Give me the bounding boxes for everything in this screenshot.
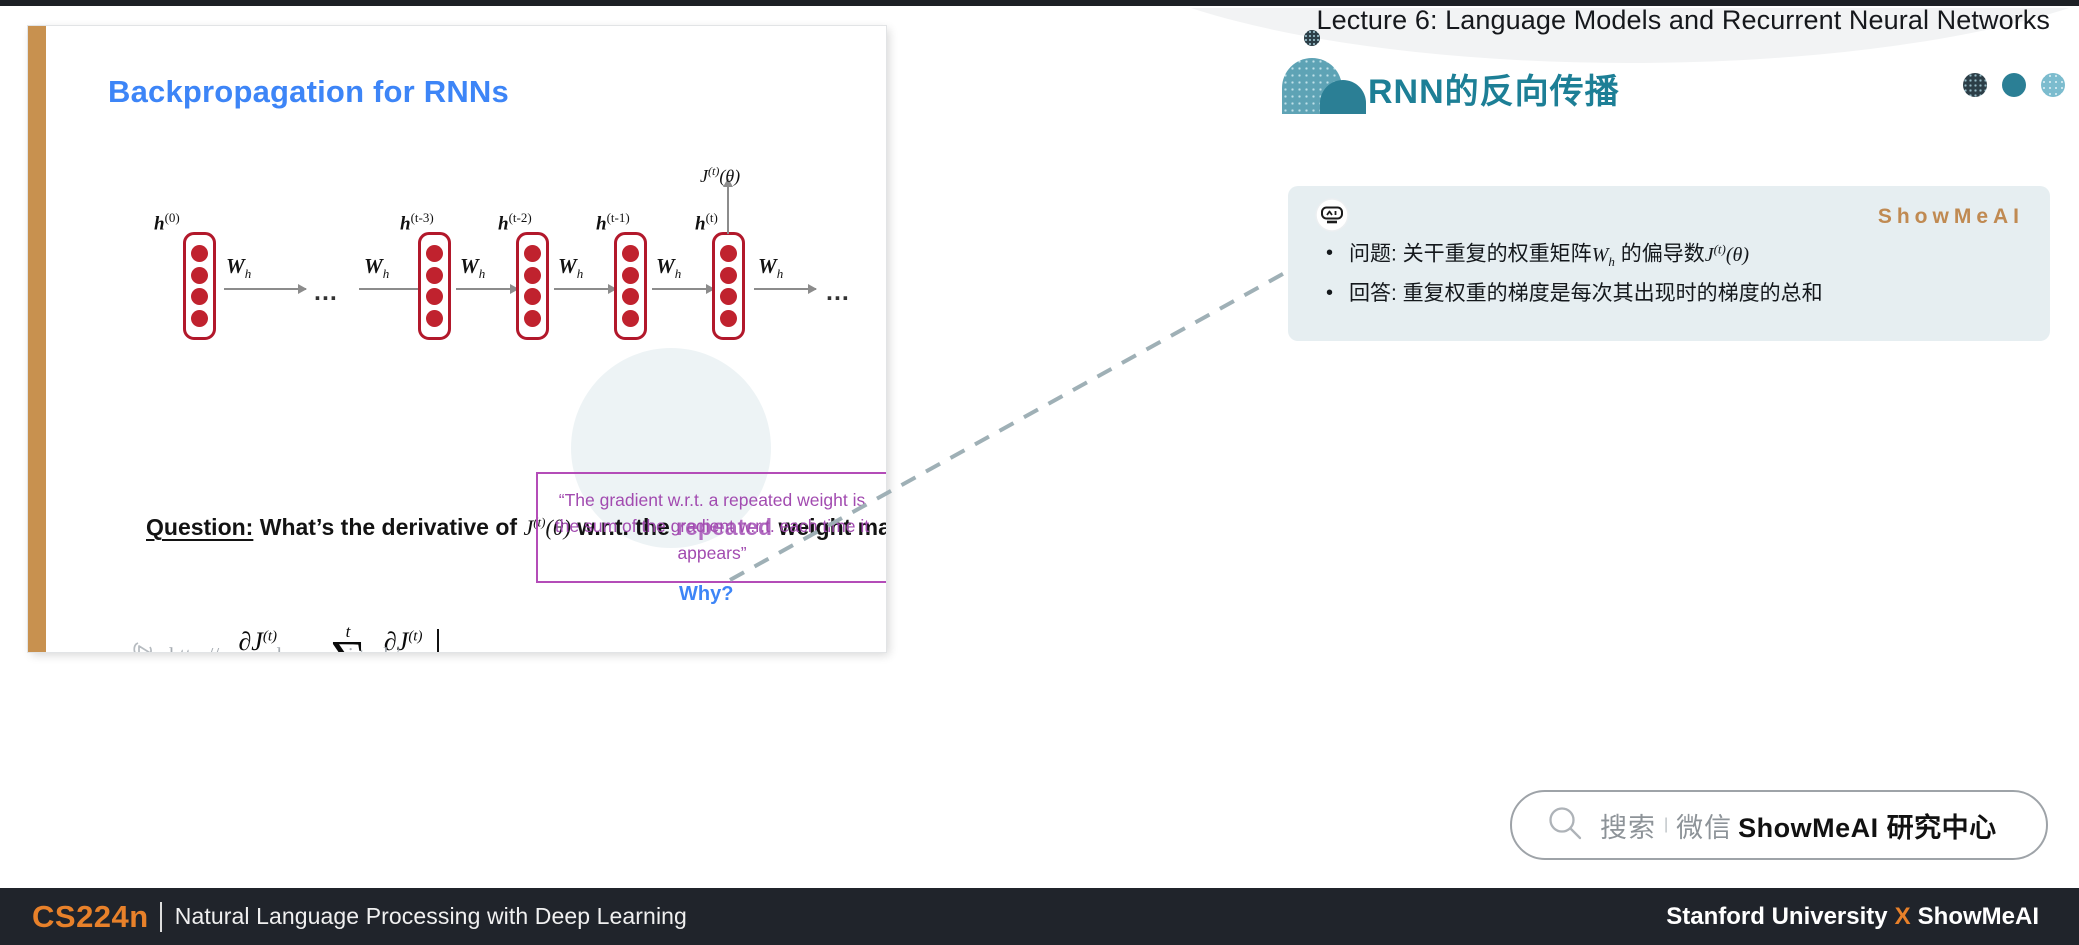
neuron-dot [426, 310, 443, 328]
bullet-marker: • [1326, 282, 1334, 305]
diagram-ellipsis-right: ... [826, 278, 850, 306]
search-separator: | [1664, 816, 1669, 833]
robot-avatar-icon [1314, 197, 1350, 238]
slide-url[interactable]: http://www.showmeai.tech/ [131, 639, 400, 652]
rnn-cell-2 [516, 232, 549, 340]
question-text-1: What’s the derivative of [259, 514, 518, 540]
decorative-dots [1963, 73, 2065, 97]
search-placeholder: 搜索 [1600, 812, 1656, 843]
rnn-diagram: h(0) Wh ... Wh h(t-3) Wh h(t-2) Wh h(t-1… [98, 164, 886, 376]
bullet-text: 问题: 关干重复的权重矩阵Wh 的偏导数J(t)(θ) [1349, 241, 1750, 269]
showmeai-logo-icon [1282, 30, 1366, 114]
course-name: Natural Language Processing with Deep Le… [174, 903, 687, 929]
weight-label-3: Wh [558, 254, 584, 282]
footer-institution: Stanford University [1666, 902, 1888, 930]
panel-watermark: ShowMeAI [1877, 205, 2024, 228]
neuron-dot [720, 310, 737, 328]
dot-teal-icon [2002, 73, 2026, 97]
bullet-list: • 问题: 关干重复的权重矩阵Wh 的偏导数J(t)(θ) • 回答: 重复权重… [1314, 240, 2024, 309]
neuron-dot [191, 266, 208, 284]
footer-left: CS224n Natural Language Processing with … [32, 888, 687, 945]
vertical-rule [436, 629, 439, 652]
neuron-dot [191, 288, 208, 306]
neuron-dot [524, 310, 541, 328]
weight-label-2: Wh [460, 254, 486, 282]
transition-arrow-3 [554, 284, 617, 294]
weight-label-1: Wh [364, 254, 390, 282]
loss-label: J(t)(θ) [700, 164, 741, 186]
bullet-text: 回答: 重复权重的梯度是每次其出现时的梯度的总和 [1349, 282, 1823, 306]
transition-arrow-2 [456, 284, 519, 294]
weight-label-0: Wh [226, 254, 252, 282]
bullet-item-question: • 问题: 关干重复的权重矩阵Wh 的偏导数J(t)(θ) [1314, 240, 2024, 270]
neuron-dot [720, 244, 737, 262]
logo-dome-small [1320, 80, 1366, 114]
diagram-ellipsis-left: ... [314, 278, 338, 306]
neuron-dot [426, 266, 443, 284]
neuron-dot [622, 244, 639, 262]
logo-dot-icon [1304, 30, 1320, 46]
footer-bar: CS224n Natural Language Processing with … [0, 888, 2079, 945]
slide-card[interactable]: Backpropagation for RNNs h(0) Wh ... Wh … [28, 26, 886, 652]
rnn-cell-0 [183, 232, 216, 340]
brand-header: RNN的反向传播 [1282, 30, 1620, 114]
bullet-marker: • [1326, 242, 1334, 264]
dot-light-icon [2041, 73, 2065, 97]
weight-label-4: Wh [656, 254, 682, 282]
wechat-search-pill[interactable]: 搜索 | 微信 ShowMeAI 研究中心 [1510, 790, 2048, 860]
neuron-dot [524, 266, 541, 284]
footer-right: Stanford University X ShowMeAI [1666, 888, 2039, 945]
slide-content: Backpropagation for RNNs h(0) Wh ... Wh … [46, 26, 886, 652]
hidden-state-label-4: h(t) [695, 210, 718, 235]
neuron-dot [622, 288, 639, 306]
rnn-cell-4 [712, 232, 745, 340]
slide-accent-bar [28, 26, 46, 652]
rnn-cell-3 [614, 232, 647, 340]
brand-title: RNN的反向传播 [1368, 73, 1620, 111]
neuron-dot [524, 244, 541, 262]
cursor-icon [131, 639, 157, 652]
lecture-title: Lecture 6: Language Models and Recurrent… [1316, 5, 2050, 35]
neuron-dot [720, 266, 737, 284]
neuron-dot [622, 310, 639, 328]
weight-label-5: Wh [758, 254, 784, 282]
wechat-label: 微信 [1676, 812, 1733, 843]
transition-arrow-0 [224, 284, 307, 294]
quote-box: “The gradient w.r.t. a repeated weight i… [536, 472, 886, 583]
footer-divider [159, 901, 162, 932]
slide-title: Backpropagation for RNNs [108, 74, 509, 109]
panel-header: ShowMeAI [1314, 197, 2024, 234]
neuron-dot [720, 288, 737, 306]
hidden-state-label-0: h(0) [154, 210, 180, 235]
question-label: Question: [146, 514, 254, 540]
rnn-cell-1 [418, 232, 451, 340]
slide-page: Backpropagation for RNNs h(0) Wh ... Wh … [0, 0, 2079, 945]
transition-arrow-5 [754, 284, 817, 294]
bullet-item-answer: • 回答: 重复权重的梯度是每次其出现时的梯度的总和 [1314, 280, 2024, 308]
footer-x: X [1894, 902, 1911, 930]
neuron-dot [622, 266, 639, 284]
explanation-panel: ShowMeAI • 问题: 关干重复的权重矩阵Wh 的偏导数J(t)(θ) •… [1288, 186, 2050, 341]
dot-dark-icon [1963, 73, 1987, 97]
neuron-dot [191, 244, 208, 262]
why-label[interactable]: Why? [679, 583, 733, 606]
neuron-dot [426, 288, 443, 306]
neuron-dot [426, 244, 443, 262]
slide-url-text: http://www.showmeai.tech/ [169, 643, 400, 653]
wechat-account-name: ShowMeAI 研究中心 [1738, 812, 1997, 843]
loss-arrow [723, 178, 733, 234]
slide-surface: Backpropagation for RNNs h(0) Wh ... Wh … [28, 26, 886, 652]
neuron-dot [191, 310, 208, 328]
transition-arrow-4 [652, 284, 715, 294]
evaluation-bar: (i) [436, 629, 457, 652]
course-code: CS224n [32, 898, 149, 934]
search-icon [1546, 804, 1584, 847]
footer-brand: ShowMeAI [1917, 902, 2039, 930]
neuron-dot [524, 288, 541, 306]
